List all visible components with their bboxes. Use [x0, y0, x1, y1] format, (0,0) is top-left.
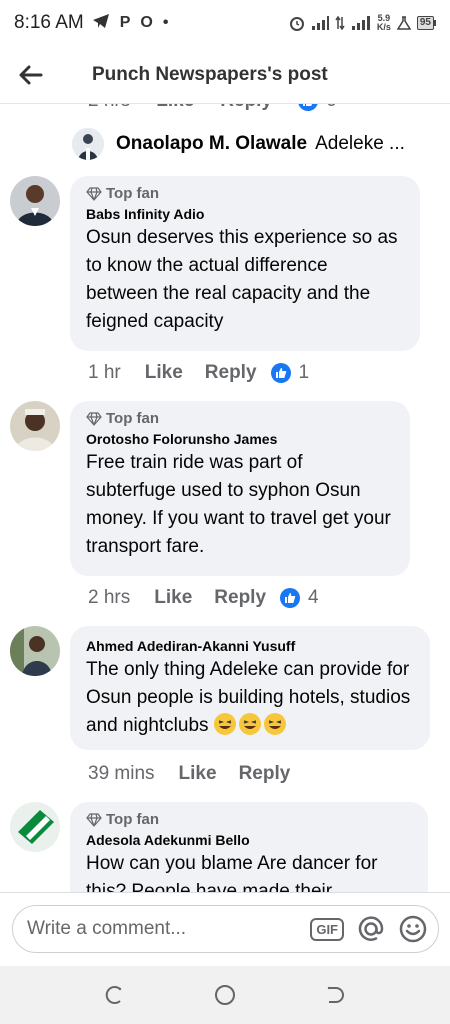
back-button[interactable] [0, 46, 62, 104]
p-icon: P [119, 14, 131, 31]
battery-icon: 95 [416, 16, 436, 30]
recent-apps-icon[interactable] [104, 984, 126, 1006]
top-fan-badge: Top fan [86, 410, 394, 427]
comment-author[interactable]: Ahmed Adediran-Akanni Yusuff [86, 638, 414, 654]
back-arrow-icon [19, 65, 43, 84]
signal-4g-icon [351, 16, 370, 30]
comment-text: How can you blame Are dancer for this? P… [86, 853, 378, 892]
comment-text: Free train ride was part of subterfuge u… [86, 452, 391, 557]
partial-comment-meta: 2 hrs Like Reply 6 [88, 104, 337, 112]
diamond-icon [86, 186, 102, 201]
comment-meta: 2 hrs Like Reply 4 [88, 587, 319, 609]
comment-input[interactable]: Write a comment... GIF [12, 905, 439, 953]
status-time: 8:16 AM [14, 12, 84, 33]
reply-author[interactable]: Onaolapo M. Olawale [116, 133, 307, 155]
comment-time: 2 hrs [88, 104, 130, 112]
comment-composer: Write a comment... GIF [0, 892, 450, 966]
comment-bubble[interactable]: Ahmed Adediran-Akanni Yusuff The only th… [70, 626, 430, 750]
reaction-count[interactable]: 6 [298, 104, 337, 112]
composer-icons: GIF [310, 914, 428, 944]
comment-meta: 39 mins Like Reply [88, 763, 312, 785]
diamond-icon [86, 411, 102, 426]
comment-time: 2 hrs [88, 587, 131, 608]
signal-icon [311, 16, 329, 30]
grinning-squinting-face-icon [238, 713, 261, 735]
gif-button[interactable]: GIF [310, 917, 344, 941]
top-fan-badge: Top fan [86, 185, 404, 202]
comment-text: The only thing Adeleke can provide for O… [86, 659, 411, 736]
reply-button[interactable]: Reply [214, 587, 266, 609]
like-reaction-icon[interactable] [270, 363, 291, 383]
reply-button[interactable]: Reply [220, 104, 272, 112]
comment-text: Osun deserves this experience so as to k… [86, 227, 398, 332]
avatar[interactable] [10, 802, 60, 852]
comment-author[interactable]: Adesola Adekunmi Bello [86, 832, 412, 848]
o-icon: O [140, 14, 153, 31]
data-transfer-icon [335, 16, 345, 30]
grinning-squinting-face-icon [213, 713, 236, 735]
reply-button[interactable]: Reply [239, 763, 291, 785]
comment-author[interactable]: Babs Infinity Adio [86, 206, 404, 222]
comment-meta: 1 hr Like Reply 1 [88, 362, 309, 384]
avatar[interactable] [10, 176, 60, 226]
comment-author[interactable]: Orotosho Folorunsho James [86, 431, 394, 447]
alarm-icon [289, 17, 304, 31]
reply-preview[interactable]: Onaolapo M. Olawale Adeleke ... [72, 128, 405, 160]
reaction-count[interactable]: 1 [299, 362, 310, 384]
home-icon[interactable] [213, 983, 237, 1007]
like-button[interactable]: Like [145, 362, 183, 384]
mention-icon[interactable] [356, 914, 386, 944]
status-bar: 8:16 AM P O • 5.9 K/s 95 [0, 0, 450, 46]
like-reaction-icon [298, 104, 319, 111]
comment-time: 1 hr [88, 362, 121, 383]
page-title: Punch Newspapers's post [92, 63, 328, 85]
like-button[interactable]: Like [156, 104, 194, 112]
comment-bubble[interactable]: Top fan Adesola Adekunmi Bello How can y… [70, 802, 428, 892]
top-fan-badge: Top fan [86, 811, 412, 828]
reaction-count[interactable]: 4 [308, 587, 319, 609]
comment-time: 39 mins [88, 763, 155, 784]
reply-snippet: Adeleke ... [315, 133, 405, 154]
grinning-squinting-face-icon [263, 713, 286, 735]
emoji-group [213, 713, 289, 736]
dot-icon: • [162, 14, 169, 31]
status-indicators: 5.9 K/s 95 [289, 14, 436, 32]
like-reaction-icon[interactable] [280, 588, 301, 608]
app-header: Punch Newspapers's post [0, 46, 450, 104]
battery-level: 95 [416, 16, 434, 30]
like-button[interactable]: Like [154, 587, 192, 609]
telegram-icon [92, 13, 110, 34]
avatar[interactable] [10, 626, 60, 676]
comments-feed[interactable]: 2 hrs Like Reply 6 Onaolapo M. Olawale A… [0, 104, 450, 892]
reply-button[interactable]: Reply [205, 362, 257, 384]
like-button[interactable]: Like [179, 763, 217, 785]
avatar[interactable] [72, 128, 104, 160]
diamond-icon [86, 812, 102, 827]
comment-placeholder: Write a comment... [27, 918, 187, 939]
network-speed: 5.9 K/s [376, 13, 391, 32]
flask-icon [396, 16, 411, 30]
system-nav-bar [0, 966, 450, 1024]
emoji-icon[interactable] [398, 914, 428, 944]
comment-bubble[interactable]: Top fan Babs Infinity Adio Osun deserves… [70, 176, 420, 351]
comment-bubble[interactable]: Top fan Orotosho Folorunsho James Free t… [70, 401, 410, 576]
back-nav-icon[interactable] [324, 984, 346, 1006]
avatar[interactable] [10, 401, 60, 451]
